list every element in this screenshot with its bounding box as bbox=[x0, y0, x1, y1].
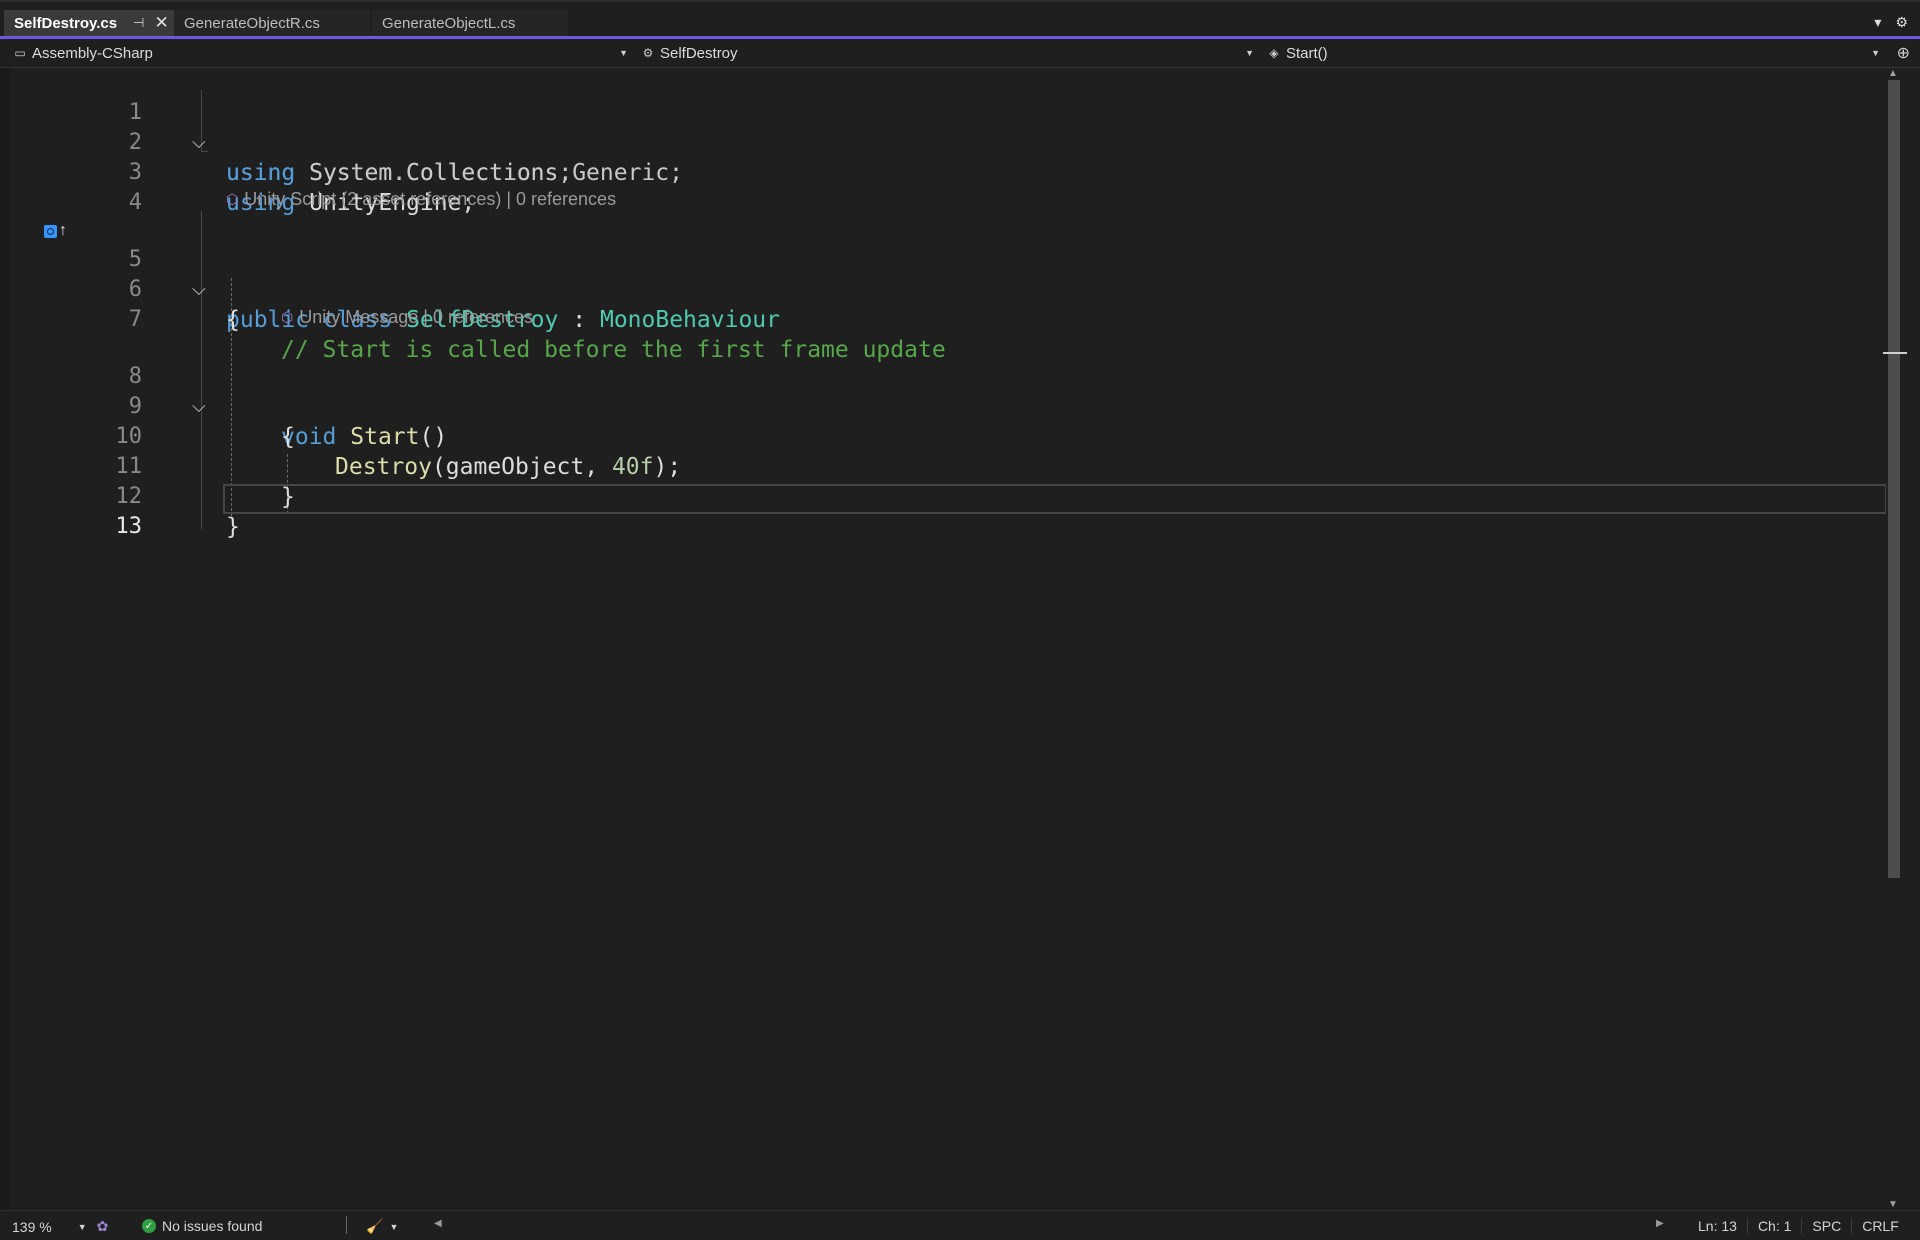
vertical-scrollbar[interactable]: ▲ ▼ bbox=[1883, 68, 1907, 1210]
tab-generateobjectr[interactable]: GenerateObjectR.cs bbox=[174, 10, 370, 36]
code-line: 4 bbox=[0, 158, 1900, 215]
member-dropdown[interactable]: ◈ Start() ▼ bbox=[1266, 42, 1884, 64]
code-line: 2 using System.Collections.Generic; bbox=[0, 98, 1900, 186]
code-cleanup-button[interactable]: 🧹 ▼ bbox=[366, 1218, 398, 1235]
unity-cube-icon: ⬡ bbox=[281, 308, 294, 325]
scroll-down-icon[interactable]: ▼ bbox=[1888, 1199, 1898, 1210]
code-line: 5 ⌵ public class SelfDestroy : MonoBehav… bbox=[0, 215, 1900, 333]
code-line: 6 { bbox=[0, 245, 1900, 333]
type-dropdown[interactable]: ⚙ SelfDestroy ▼ bbox=[640, 42, 1258, 64]
close-icon[interactable]: ✕ bbox=[154, 13, 168, 33]
current-line-highlight bbox=[223, 484, 1887, 514]
tab-bar: SelfDestroy.cs ⊣ ✕ GenerateObjectR.cs Ge… bbox=[0, 0, 1920, 39]
tab-list-dropdown-icon[interactable]: ▾ bbox=[1874, 14, 1881, 31]
tab-label: SelfDestroy.cs bbox=[14, 14, 118, 32]
spacing-indicator[interactable]: SPC bbox=[1801, 1218, 1851, 1234]
scrollbar-thumb[interactable] bbox=[1888, 80, 1900, 878]
project-icon: ▭ bbox=[14, 46, 26, 60]
chevron-down-icon: ▼ bbox=[389, 1221, 399, 1232]
status-bar: 139 % ▼ ✿ ✓ No issues found 🧹 ▼ ◀ ▶ Ln: … bbox=[0, 1210, 1920, 1240]
line-number: 4 bbox=[128, 190, 142, 215]
codelens-refs[interactable]: 0 references bbox=[433, 307, 533, 328]
codelens-class: ⬡ Unity Script (2 asset references) | 0 … bbox=[226, 188, 617, 210]
scroll-up-icon[interactable]: ▲ bbox=[1888, 68, 1898, 79]
scroll-left-icon[interactable]: ◀ bbox=[434, 1218, 442, 1229]
code-line: 7 // Start is called before the first fr… bbox=[0, 275, 1900, 363]
divider bbox=[346, 1216, 347, 1234]
brace: } bbox=[226, 514, 240, 540]
type-label: SelfDestroy bbox=[660, 44, 738, 62]
copilot-icon[interactable]: ✿ bbox=[97, 1218, 109, 1235]
chevron-down-icon: ▼ bbox=[619, 48, 628, 58]
code-line: 1 ⌵ using System.Collections; bbox=[0, 68, 1900, 186]
zoom-dropdown[interactable]: 139 % ▼ ✿ bbox=[12, 1218, 108, 1235]
code-editor[interactable]: ↑ 1 ⌵ using System.Collections; 2 using … bbox=[0, 68, 1900, 1210]
codelens-asset-refs[interactable]: Unity Script (2 asset references) bbox=[244, 189, 501, 210]
chevron-down-icon: ▼ bbox=[1245, 48, 1254, 58]
line-ending-indicator[interactable]: CRLF bbox=[1851, 1218, 1909, 1234]
line-number: 7 bbox=[128, 307, 142, 332]
code-line: 3 using UnityEngine; bbox=[0, 128, 1900, 216]
code-line: 8 ⌵ void Start() bbox=[0, 332, 1900, 450]
method-icon: ◈ bbox=[1269, 46, 1279, 60]
pin-icon[interactable]: ⊣ bbox=[133, 15, 144, 31]
code-line: 9 { bbox=[0, 362, 1900, 450]
broom-icon: 🧹 bbox=[366, 1218, 384, 1234]
brace: { bbox=[226, 307, 240, 333]
project-dropdown[interactable]: ▭ Assembly-CSharp ▼ bbox=[12, 42, 632, 64]
project-label: Assembly-CSharp bbox=[32, 44, 153, 62]
codelens-unity-message[interactable]: Unity Message bbox=[299, 307, 418, 328]
code-line: 11 } bbox=[0, 422, 1900, 510]
class-icon: ⚙ bbox=[642, 46, 654, 60]
line-indicator[interactable]: Ln: 13 bbox=[1688, 1218, 1747, 1234]
zoom-level: 139 % bbox=[12, 1218, 52, 1235]
check-circle-icon: ✓ bbox=[142, 1219, 156, 1233]
codelens-method: ⬡ Unity Message | 0 references bbox=[281, 306, 534, 328]
base-class: MonoBehaviour bbox=[599, 307, 780, 333]
unity-cube-icon: ⬡ bbox=[226, 190, 239, 207]
codelens-refs[interactable]: 0 references bbox=[516, 189, 616, 210]
colon: : bbox=[572, 307, 587, 333]
tab-label: GenerateObjectR.cs bbox=[184, 14, 320, 32]
issues-label: No issues found bbox=[162, 1218, 263, 1234]
column-indicator[interactable]: Ch: 1 bbox=[1746, 1218, 1801, 1234]
navigation-bar: ▭ Assembly-CSharp ▼ ⚙ SelfDestroy ▼ ◈ St… bbox=[0, 39, 1920, 68]
issues-indicator[interactable]: ✓ No issues found bbox=[142, 1218, 262, 1234]
code-line: 12 } bbox=[0, 452, 1900, 540]
split-window-icon[interactable]: ⊕ bbox=[1897, 43, 1910, 63]
chevron-down-icon: ▼ bbox=[77, 1221, 87, 1232]
tab-label: GenerateObjectL.cs bbox=[382, 14, 516, 32]
tab-selfdestroy[interactable]: SelfDestroy.cs ⊣ ✕ bbox=[4, 10, 174, 36]
scroll-right-icon[interactable]: ▶ bbox=[1656, 1218, 1664, 1229]
code-line: 10 Destroy(gameObject, 40f); bbox=[0, 392, 1900, 480]
member-label: Start() bbox=[1286, 44, 1328, 62]
chevron-down-icon: ▼ bbox=[1871, 48, 1880, 58]
line-number: 13 bbox=[115, 514, 143, 539]
tab-generateobjectl[interactable]: GenerateObjectL.cs bbox=[372, 10, 568, 36]
gear-icon[interactable]: ⚙ bbox=[1895, 14, 1908, 31]
caret-position-marker bbox=[1883, 352, 1907, 354]
